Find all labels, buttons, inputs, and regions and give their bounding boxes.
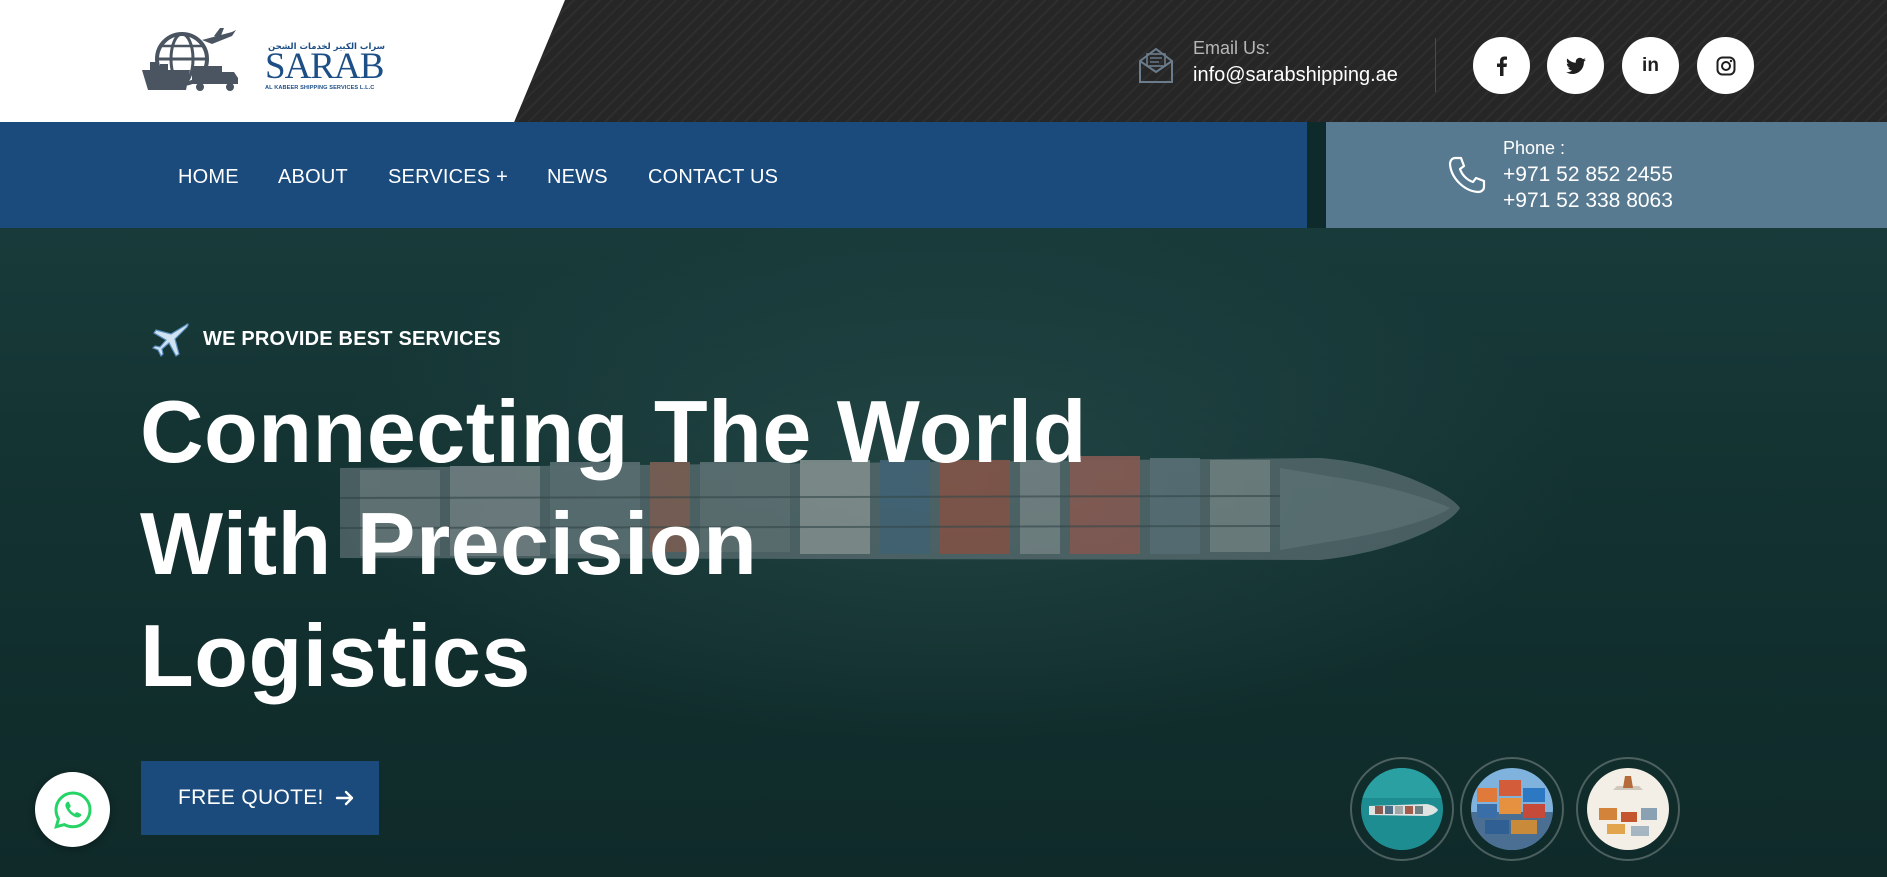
header-divider — [1435, 38, 1436, 92]
nav-item-home[interactable]: HOME — [178, 166, 239, 189]
whatsapp-button[interactable] — [35, 772, 110, 847]
facebook-button[interactable] — [1473, 37, 1530, 94]
hero-title-line-1: Connecting The World — [140, 382, 1087, 481]
top-header: سراب الكبير لخدمات الشحن SARAB AL KABEER… — [0, 0, 1887, 122]
cargo-ship-thumbnail-icon — [1361, 768, 1443, 850]
hero-title-line-2: With Precision — [140, 494, 758, 593]
arrow-right-icon — [335, 790, 353, 806]
nav-item-contact-us[interactable]: CONTACT US — [648, 166, 778, 189]
logo-subtitle: AL KABEER SHIPPING SERVICES L.L.C — [265, 85, 375, 91]
facebook-icon — [1496, 56, 1507, 76]
hero-section: WE PROVIDE BEST SERVICES Connecting The … — [0, 228, 1887, 877]
phone-number-2[interactable]: +971 52 338 8063 — [1503, 189, 1673, 213]
phone-number-1[interactable]: +971 52 852 2455 — [1503, 163, 1673, 187]
free-quote-button[interactable]: FREE QUOTE! — [141, 761, 379, 835]
logo-wordmark[interactable]: SARAB — [265, 48, 384, 85]
phone-label: Phone : — [1503, 138, 1566, 158]
email-link[interactable]: info@sarabshipping.ae — [1193, 64, 1398, 87]
free-quote-label: FREE QUOTE! — [178, 786, 324, 809]
main-nav: HOME ABOUT SERVICES + NEWS CONTACT US — [0, 122, 1307, 228]
instagram-icon — [1716, 56, 1735, 75]
hero-title-line-3: Logistics — [140, 606, 531, 705]
email-label: Email Us: — [1193, 38, 1271, 58]
whatsapp-icon — [53, 790, 92, 829]
thumbnail-cargo-ship[interactable] — [1350, 757, 1454, 861]
thumbnail-containers[interactable] — [1460, 757, 1564, 861]
linkedin-icon: in — [1642, 54, 1659, 76]
twitter-button[interactable] — [1547, 37, 1604, 94]
instagram-button[interactable] — [1697, 37, 1754, 94]
hero-tagline: WE PROVIDE BEST SERVICES — [203, 328, 501, 350]
nav-item-news[interactable]: NEWS — [547, 166, 608, 189]
thumbnail-air-cargo[interactable] — [1576, 757, 1680, 861]
hero-title: Connecting The World With Precision Logi… — [140, 376, 1190, 712]
envelope-icon — [1139, 47, 1173, 83]
airplane-cargo-thumbnail-icon — [1587, 768, 1669, 850]
containers-thumbnail-icon — [1471, 768, 1553, 850]
linkedin-button[interactable]: in — [1622, 37, 1679, 94]
twitter-icon — [1565, 57, 1586, 74]
nav-item-services[interactable]: SERVICES + — [388, 166, 508, 189]
nav-item-about[interactable]: ABOUT — [278, 166, 348, 189]
airplane-icon — [152, 323, 189, 358]
phone-icon — [1448, 156, 1486, 194]
